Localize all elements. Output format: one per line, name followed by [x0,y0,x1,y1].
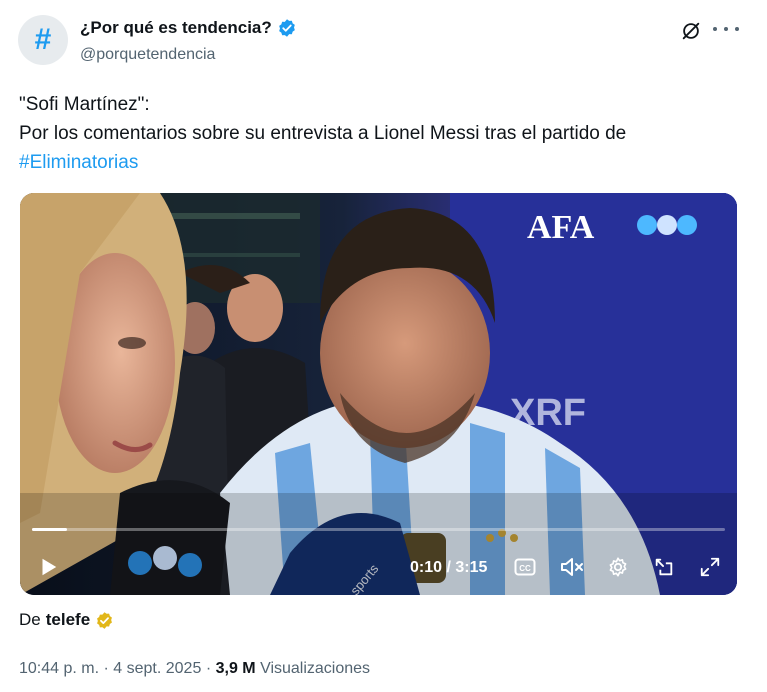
tweet-text: "Sofi Martínez": Por los comentarios sob… [19,90,739,177]
afa-overlay-logo: AFA [527,209,595,246]
play-icon [42,558,57,576]
views-count: 3,9 M [215,660,256,677]
svg-text:CC: CC [519,564,531,573]
tweet-text-line-2: Por los comentarios sobre su entrevista … [19,123,627,144]
captions-button[interactable]: CC [512,553,538,581]
tweet-text-line-1: "Sofi Martínez": [19,94,150,115]
tweet-card: # ¿Por qué es tendencia? @porquetendenci… [0,0,767,692]
captions-icon: CC [514,558,536,576]
avatar-hash-icon: # [34,23,52,56]
verified-badge-icon [278,19,295,37]
source-prefix: De [19,610,41,629]
video-source: De telefe [19,610,114,630]
hashtag-link[interactable]: #Eliminatorias [19,148,739,177]
fullscreen-button[interactable] [696,553,724,581]
source-name-link[interactable]: telefe [46,610,90,630]
tweet-date-link[interactable]: 4 sept. 2025 [113,660,201,677]
tweet-time-link[interactable]: 10:44 p. m. [19,660,99,677]
tweet-meta: 10:44 p. m. · 4 sept. 2025 · 3,9 M Visua… [19,660,370,678]
avatar[interactable]: # [18,15,68,65]
video-player[interactable]: XRF AFA sports 0:10 / 3:15 CC [20,193,737,595]
name-row: ¿Por qué es tendencia? [80,18,297,38]
settings-icon [609,557,627,577]
meta-separator-2: · [205,660,212,677]
settings-button[interactable] [604,553,632,581]
fullscreen-icon [700,557,720,577]
display-name[interactable]: ¿Por qué es tendencia? [80,18,272,38]
grok-icon[interactable] [680,20,702,42]
video-progress-fill [32,528,67,531]
mute-button[interactable] [558,553,586,581]
mute-icon [561,558,583,576]
handle[interactable]: @porquetendencia [80,46,215,64]
picture-in-picture-button[interactable] [650,553,678,581]
meta-separator: · [103,660,109,677]
more-options-icon[interactable] [713,18,739,40]
video-controls: 0:10 / 3:15 CC [20,549,737,585]
pip-icon [655,558,673,576]
views-label: Visualizaciones [260,660,371,677]
video-time: 0:10 / 3:15 [410,559,488,576]
play-button[interactable] [34,553,62,581]
video-progress-bar[interactable] [32,528,725,531]
video-frame: XRF AFA sports [20,193,737,595]
gold-verified-badge-icon [97,611,113,629]
